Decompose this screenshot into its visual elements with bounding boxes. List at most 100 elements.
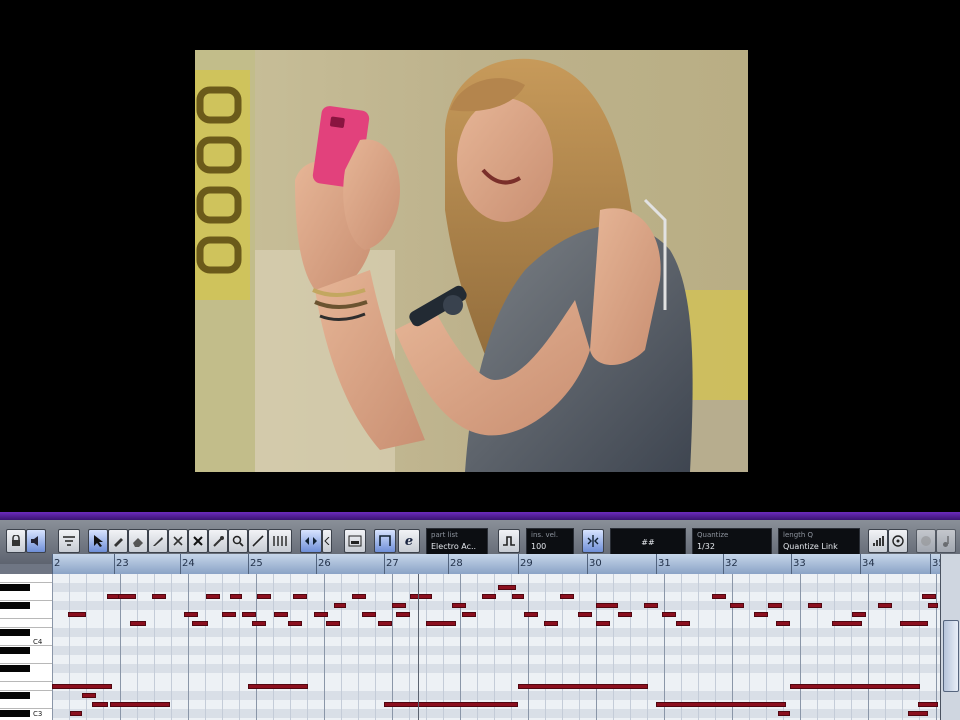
midi-note[interactable] — [288, 621, 302, 626]
midi-note[interactable] — [776, 621, 790, 626]
edit-active-part-button[interactable] — [374, 529, 396, 553]
midi-note[interactable] — [222, 612, 236, 617]
midi-note[interactable] — [352, 594, 366, 599]
midi-note[interactable] — [334, 603, 346, 608]
midi-note[interactable] — [596, 603, 618, 608]
midi-note[interactable] — [130, 621, 146, 626]
midi-note[interactable] — [618, 612, 632, 617]
midi-note[interactable] — [252, 621, 266, 626]
midi-note[interactable] — [206, 594, 220, 599]
midi-note[interactable] — [230, 594, 242, 599]
midi-note[interactable] — [644, 603, 658, 608]
erase-tool[interactable] — [128, 529, 148, 553]
midi-note[interactable] — [257, 594, 271, 599]
midi-note[interactable] — [578, 612, 592, 617]
midi-note[interactable] — [768, 603, 782, 608]
solo-button[interactable] — [6, 529, 26, 553]
show-info-button[interactable] — [58, 529, 80, 553]
trim-tool[interactable] — [148, 529, 168, 553]
colors-button[interactable] — [916, 529, 936, 553]
black-key[interactable] — [0, 602, 30, 609]
midi-note[interactable] — [676, 621, 690, 626]
midi-note[interactable] — [482, 594, 496, 599]
midi-note[interactable] — [928, 603, 938, 608]
black-key[interactable] — [0, 584, 30, 591]
midi-note[interactable] — [754, 612, 768, 617]
step-input-button[interactable] — [868, 529, 888, 553]
midi-note[interactable] — [544, 621, 558, 626]
vertical-scrollbar[interactable] — [940, 554, 960, 720]
black-key[interactable] — [0, 647, 30, 654]
autoscroll-button[interactable] — [300, 529, 322, 553]
midi-note[interactable] — [242, 612, 256, 617]
note-grid[interactable] — [52, 574, 940, 720]
black-key[interactable] — [0, 692, 30, 699]
midi-note[interactable] — [293, 594, 307, 599]
acoustic-feedback-button[interactable] — [26, 529, 46, 553]
glue-tool[interactable] — [208, 529, 228, 553]
midi-note[interactable] — [656, 702, 786, 707]
midi-note[interactable] — [832, 621, 862, 626]
midi-note[interactable] — [918, 702, 938, 707]
midi-note[interactable] — [68, 612, 86, 617]
midi-note[interactable] — [378, 621, 392, 626]
midi-note[interactable] — [778, 711, 790, 716]
black-key[interactable] — [0, 665, 30, 672]
midi-note[interactable] — [908, 711, 928, 716]
midi-note[interactable] — [596, 621, 610, 626]
midi-note[interactable] — [426, 621, 456, 626]
midi-note[interactable] — [808, 603, 822, 608]
midi-note[interactable] — [518, 684, 648, 689]
show-part-borders-button[interactable] — [344, 529, 366, 553]
midi-note[interactable] — [52, 684, 112, 689]
midi-note[interactable] — [110, 702, 170, 707]
midi-note[interactable] — [274, 612, 288, 617]
midi-note[interactable] — [314, 612, 328, 617]
midi-note[interactable] — [418, 594, 432, 599]
object-selection-tool[interactable] — [88, 529, 108, 553]
part-list-field[interactable]: part list Electro Ac.. — [426, 528, 488, 556]
midi-note[interactable] — [92, 702, 108, 707]
midi-note[interactable] — [326, 621, 340, 626]
time-warp-tool[interactable] — [268, 529, 292, 553]
midi-note[interactable] — [790, 684, 920, 689]
midi-note[interactable] — [922, 594, 936, 599]
midi-note[interactable] — [662, 612, 676, 617]
midi-note[interactable] — [118, 594, 136, 599]
insert-velocity-field[interactable]: ins. vel. 100 — [526, 528, 574, 556]
midi-note[interactable] — [712, 594, 726, 599]
edit-in-place-button[interactable]: e — [398, 529, 420, 553]
midi-note[interactable] — [70, 711, 82, 716]
midi-input-button[interactable] — [888, 529, 908, 553]
black-key[interactable] — [0, 629, 30, 636]
midi-note[interactable] — [82, 693, 96, 698]
midi-note[interactable] — [452, 603, 466, 608]
draw-tool[interactable] — [108, 529, 128, 553]
length-quantize-field[interactable]: length Q Quantize Link — [778, 528, 860, 556]
line-tool[interactable] — [248, 529, 268, 553]
midi-note[interactable] — [524, 612, 538, 617]
mute-tool[interactable] — [188, 529, 208, 553]
midi-note[interactable] — [878, 603, 892, 608]
quantize-field[interactable]: Quantize 1/32 — [692, 528, 772, 556]
midi-note[interactable] — [192, 621, 208, 626]
midi-note[interactable] — [152, 594, 166, 599]
zoom-tool[interactable] — [228, 529, 248, 553]
midi-note[interactable] — [184, 612, 198, 617]
midi-note[interactable] — [498, 585, 516, 590]
snap-button[interactable] — [582, 529, 604, 553]
note-button[interactable] — [936, 529, 956, 553]
black-key[interactable] — [0, 710, 30, 717]
midi-note[interactable] — [248, 684, 308, 689]
split-tool[interactable] — [168, 529, 188, 553]
midi-note[interactable] — [560, 594, 574, 599]
midi-note[interactable] — [852, 612, 866, 617]
piano-keyboard[interactable]: C4 C3 — [0, 574, 53, 720]
bar-ruler[interactable]: 2 23 24 25 26 27 28 29 30 31 32 33 34 35 — [52, 554, 945, 575]
midi-note[interactable] — [392, 603, 406, 608]
midi-note[interactable] — [362, 612, 376, 617]
midi-note[interactable] — [900, 621, 928, 626]
autoscroll-arrow-button[interactable] — [322, 529, 332, 553]
midi-note[interactable] — [396, 612, 410, 617]
snap-mode-display[interactable]: ## — [610, 528, 686, 556]
